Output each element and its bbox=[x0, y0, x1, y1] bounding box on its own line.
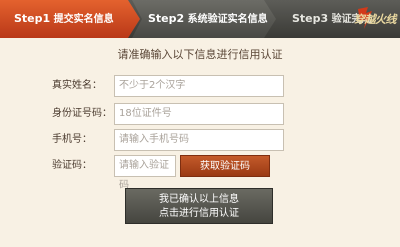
real-name-label: 真实姓名： bbox=[52, 80, 102, 91]
code-row: 验证码： 请输入验证码 获取验证码 bbox=[0, 155, 400, 191]
confirm-button-line-2: 点击进行信用认证 bbox=[159, 208, 239, 219]
phone-input[interactable]: 请输入手机号码 bbox=[114, 129, 284, 151]
phone-label: 手机号： bbox=[52, 134, 92, 145]
id-number-input[interactable]: 18位证件号 bbox=[114, 103, 284, 125]
code-input[interactable]: 请输入验证码 bbox=[114, 155, 176, 191]
get-code-button[interactable]: 获取验证码 bbox=[180, 155, 270, 177]
step-progress-bar: Step1 提交实名信息 Step2 系统验证实名信息 Step3 验证完成 穿… bbox=[0, 0, 400, 38]
id-number-label: 身份证号码： bbox=[52, 108, 112, 119]
phone-row: 手机号： 请输入手机号码 bbox=[0, 129, 400, 151]
instruction-text: 请准确输入以下信息进行信用认证 bbox=[117, 48, 283, 61]
id-number-row: 身份证号码： 18位证件号 bbox=[0, 103, 400, 125]
step-2: Step2 系统验证实名信息 bbox=[132, 0, 276, 38]
step-1-number: Step1 bbox=[14, 12, 51, 25]
logo-text: 穿越火线 bbox=[354, 13, 397, 26]
real-name-row: 真实姓名： 不少于2个汉字 bbox=[0, 75, 400, 97]
real-name-input[interactable]: 不少于2个汉字 bbox=[114, 75, 284, 97]
step-2-label: 系统验证实名信息 bbox=[187, 14, 268, 25]
step-3-number: Step3 bbox=[292, 12, 329, 25]
confirm-submit-button[interactable]: 我已确认以上信息 点击进行信用认证 bbox=[125, 188, 273, 224]
step-1-label: 提交实名信息 bbox=[53, 14, 114, 25]
step-2-number: Step2 bbox=[148, 12, 185, 25]
step-1-active: Step1 提交实名信息 bbox=[0, 0, 140, 38]
code-label: 验证码： bbox=[52, 160, 92, 171]
confirm-button-line-1: 我已确认以上信息 bbox=[159, 194, 239, 205]
